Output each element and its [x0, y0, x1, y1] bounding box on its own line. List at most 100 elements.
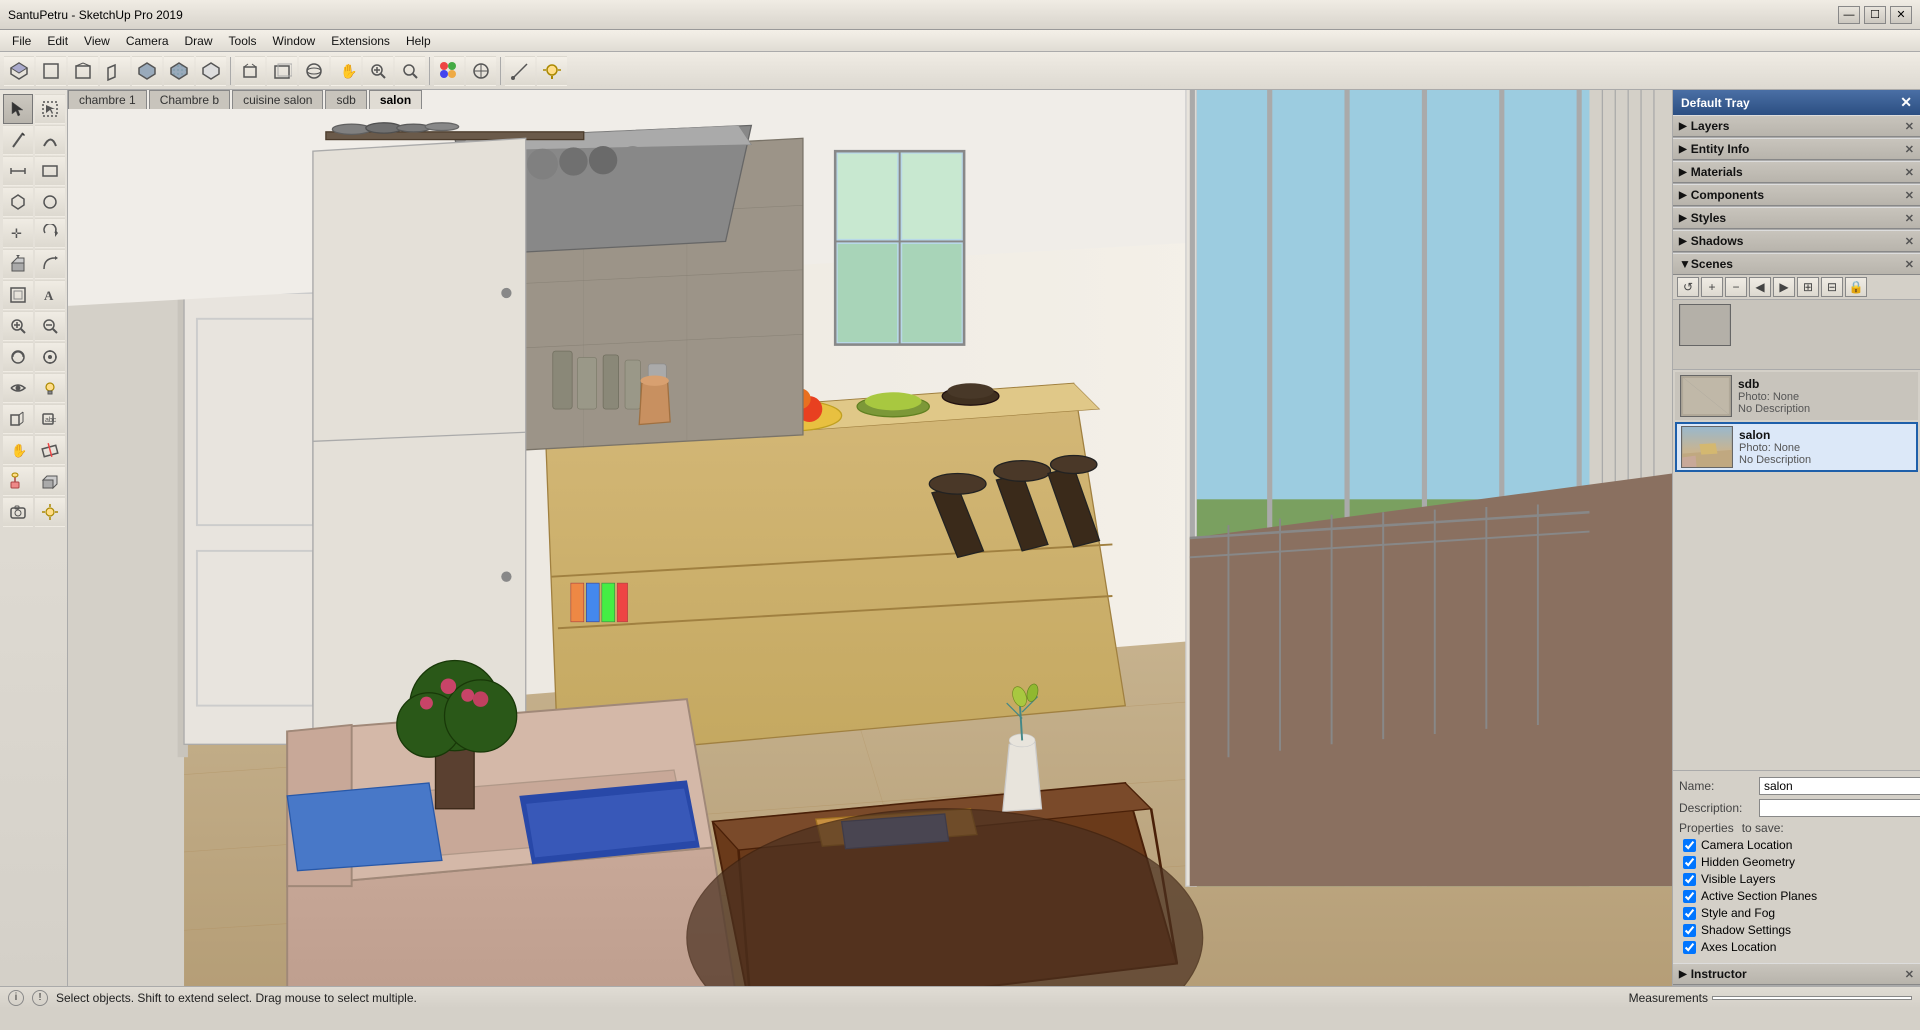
tool-move[interactable]: ✛	[3, 218, 33, 248]
tab-cuisine-salon[interactable]: cuisine salon	[232, 90, 323, 109]
entity-info-header[interactable]: ▶ Entity Info ✕	[1673, 138, 1920, 160]
scenes-header[interactable]: ▼ Scenes ✕	[1673, 253, 1920, 275]
status-info-icon[interactable]: i	[8, 990, 24, 1006]
active-section-planes-checkbox[interactable]	[1683, 890, 1696, 903]
style-fog-checkbox[interactable]	[1683, 907, 1696, 920]
menu-help[interactable]: Help	[398, 32, 439, 50]
tool-shaded[interactable]	[132, 56, 162, 86]
styles-close-button[interactable]: ✕	[1905, 212, 1914, 225]
tool-top[interactable]	[36, 56, 66, 86]
materials-header[interactable]: ▶ Materials ✕	[1673, 161, 1920, 183]
tool-side[interactable]	[100, 56, 130, 86]
tool-zoom-viewport[interactable]	[3, 311, 33, 341]
scenes-add-button[interactable]: +	[1701, 277, 1723, 297]
minimize-button[interactable]: —	[1838, 6, 1860, 24]
tool-components-viewer[interactable]	[3, 404, 33, 434]
tool-sun[interactable]	[35, 497, 65, 527]
shadows-header[interactable]: ▶ Shadows ✕	[1673, 230, 1920, 252]
tool-materials[interactable]	[434, 56, 464, 86]
tool-target[interactable]	[35, 342, 65, 372]
name-input[interactable]	[1759, 777, 1920, 795]
tool-select[interactable]	[3, 94, 33, 124]
scenes-list-view-button[interactable]: ⊟	[1821, 277, 1843, 297]
scenes-prev-button[interactable]: ◀	[1749, 277, 1771, 297]
scenes-refresh-button[interactable]: ↺	[1677, 277, 1699, 297]
tool-light-2[interactable]	[35, 373, 65, 403]
tool-front[interactable]	[68, 56, 98, 86]
scenes-next-button[interactable]: ▶	[1773, 277, 1795, 297]
tool-zoom[interactable]	[363, 56, 393, 86]
close-button[interactable]: ✕	[1890, 6, 1912, 24]
tool-pan[interactable]: ✋	[331, 56, 361, 86]
camera-location-checkbox[interactable]	[1683, 839, 1696, 852]
shadow-settings-checkbox[interactable]	[1683, 924, 1696, 937]
menu-camera[interactable]: Camera	[118, 32, 177, 50]
tool-iso[interactable]	[4, 56, 34, 86]
tool-parallel[interactable]	[267, 56, 297, 86]
styles-header[interactable]: ▶ Styles ✕	[1673, 207, 1920, 229]
visible-layers-checkbox[interactable]	[1683, 873, 1696, 886]
tool-tag[interactable]: abc	[35, 404, 65, 434]
tool-paint[interactable]	[3, 466, 33, 496]
shadows-close-button[interactable]: ✕	[1905, 235, 1914, 248]
tool-rectangle[interactable]	[35, 156, 65, 186]
scenes-close-button[interactable]: ✕	[1905, 258, 1914, 271]
menu-extensions[interactable]: Extensions	[323, 32, 398, 50]
tool-light[interactable]	[537, 56, 567, 86]
viewport[interactable]: chambre 1 Chambre b cuisine salon sdb sa…	[68, 90, 1672, 986]
tool-arc[interactable]	[35, 125, 65, 155]
tab-chambre-b[interactable]: Chambre b	[149, 90, 230, 109]
scenes-grid-view-button[interactable]: ⊞	[1797, 277, 1819, 297]
description-input[interactable]	[1759, 799, 1920, 817]
layers-close-button[interactable]: ✕	[1905, 120, 1914, 133]
tool-zoom-out[interactable]	[35, 311, 65, 341]
tool-offset[interactable]	[3, 280, 33, 310]
tool-pushpull[interactable]	[3, 249, 33, 279]
tool-pencil[interactable]	[3, 125, 33, 155]
tab-chambre1[interactable]: chambre 1	[68, 90, 147, 109]
tool-components[interactable]	[466, 56, 496, 86]
tool-perspective[interactable]	[235, 56, 265, 86]
scene-item-sdb[interactable]: sdb Photo: None No Description	[1675, 372, 1918, 420]
tool-hand[interactable]: ✋	[3, 435, 33, 465]
tool-section-plane[interactable]	[35, 435, 65, 465]
hidden-geometry-checkbox[interactable]	[1683, 856, 1696, 869]
tool-shaded-textured[interactable]	[164, 56, 194, 86]
menu-file[interactable]: File	[4, 32, 39, 50]
menu-window[interactable]: Window	[265, 32, 324, 50]
tool-tape[interactable]	[505, 56, 535, 86]
tool-zoom-extent[interactable]	[395, 56, 425, 86]
scene-item-salon[interactable]: salon Photo: None No Description	[1675, 422, 1918, 472]
tool-orbit-left[interactable]	[3, 342, 33, 372]
tool-polygon[interactable]	[3, 187, 33, 217]
tool-circle[interactable]	[35, 187, 65, 217]
tool-orbit[interactable]	[299, 56, 329, 86]
layers-header[interactable]: ▶ Layers ✕	[1673, 115, 1920, 137]
maximize-button[interactable]: ☐	[1864, 6, 1886, 24]
tool-rotate[interactable]	[35, 218, 65, 248]
instructor-close-button[interactable]: ✕	[1905, 968, 1914, 981]
panel-close-button[interactable]: ✕	[1900, 94, 1912, 111]
tool-box[interactable]	[35, 466, 65, 496]
scenes-lock-button[interactable]: 🔒	[1845, 277, 1867, 297]
scene-chambre1-item[interactable]	[1675, 302, 1918, 348]
tool-select-connected[interactable]	[35, 94, 65, 124]
tool-monochrome[interactable]	[196, 56, 226, 86]
tool-followme[interactable]	[35, 249, 65, 279]
tool-text[interactable]: A	[35, 280, 65, 310]
tool-camera-pos[interactable]	[3, 497, 33, 527]
menu-draw[interactable]: Draw	[177, 32, 221, 50]
materials-close-button[interactable]: ✕	[1905, 166, 1914, 179]
tab-salon[interactable]: salon	[369, 90, 422, 109]
scenes-delete-button[interactable]: −	[1725, 277, 1747, 297]
measurements-input[interactable]	[1712, 996, 1912, 1000]
instructor-header[interactable]: ▶ Instructor ✕	[1673, 963, 1920, 985]
axes-location-checkbox[interactable]	[1683, 941, 1696, 954]
tool-eye[interactable]	[3, 373, 33, 403]
tab-sdb[interactable]: sdb	[325, 90, 366, 109]
tool-measure[interactable]	[3, 156, 33, 186]
menu-edit[interactable]: Edit	[39, 32, 76, 50]
menu-tools[interactable]: Tools	[221, 32, 265, 50]
components-header[interactable]: ▶ Components ✕	[1673, 184, 1920, 206]
components-close-button[interactable]: ✕	[1905, 189, 1914, 202]
